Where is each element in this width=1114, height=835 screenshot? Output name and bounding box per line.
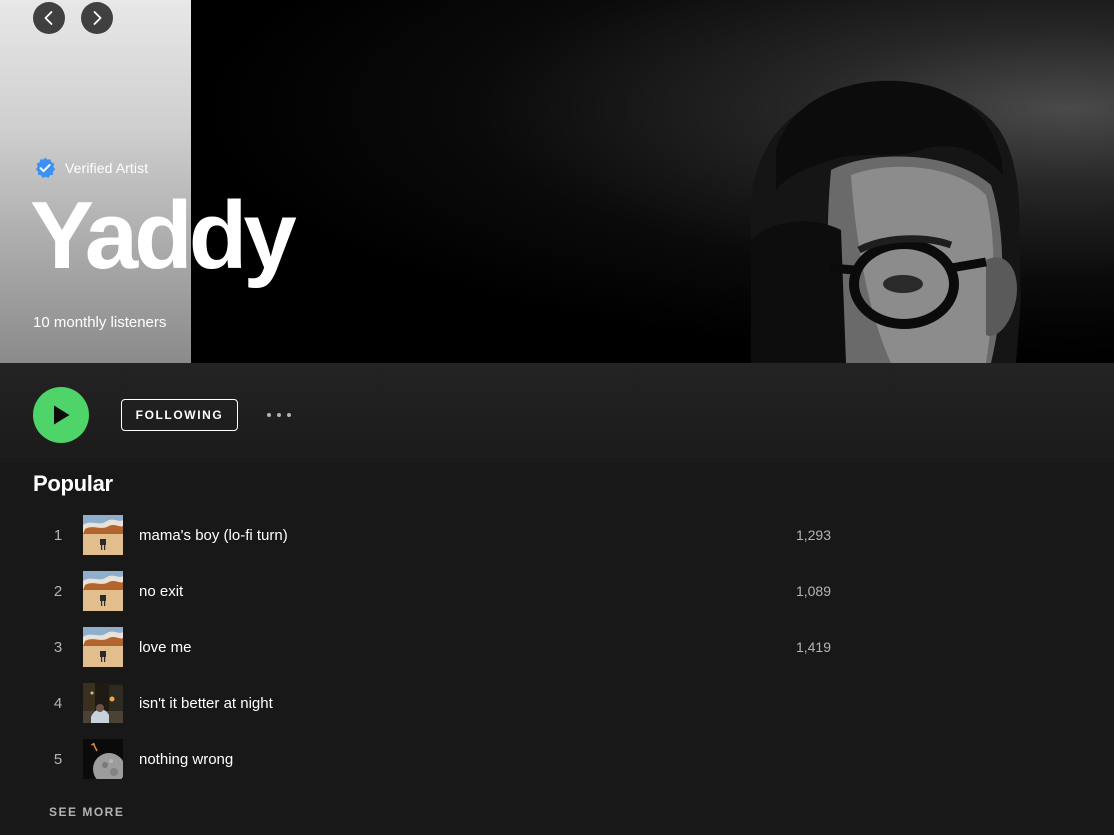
track-number: 1 — [53, 526, 63, 544]
album-desert-art — [83, 571, 123, 611]
popular-section-title: Popular — [33, 471, 113, 496]
following-button[interactable]: FOLLOWING — [121, 399, 238, 431]
artist-name-title: Yaddy — [30, 182, 297, 289]
track-row[interactable]: 1 mama's boy (lo-fi turn) 1,293 — [33, 507, 843, 563]
track-play-count: 1,419 — [795, 639, 831, 655]
track-title: nothing wrong — [139, 750, 234, 768]
chevron-left-icon — [44, 11, 53, 25]
see-more-button[interactable]: SEE MORE — [49, 805, 124, 819]
chevron-right-icon — [93, 11, 102, 25]
play-button[interactable] — [33, 387, 89, 443]
track-title: love me — [139, 638, 192, 656]
album-desert-art — [83, 515, 123, 555]
nav-forward-button[interactable] — [81, 2, 113, 34]
more-options-icon — [267, 413, 271, 417]
track-number: 2 — [53, 582, 63, 600]
artist-hero-banner: Verified Artist Yaddy 10 monthly listene… — [0, 0, 1114, 363]
verified-artist-row: Verified Artist — [33, 156, 148, 180]
track-number: 4 — [53, 694, 63, 712]
track-row[interactable]: 4 isn't it better at night — [33, 675, 843, 731]
night-street-art — [83, 683, 123, 723]
more-options-button[interactable] — [262, 407, 296, 423]
artist-action-bar: FOLLOWING — [0, 363, 1114, 463]
more-options-icon — [277, 413, 281, 417]
artist-page: Verified Artist Yaddy 10 monthly listene… — [0, 0, 1114, 835]
track-number: 3 — [53, 638, 63, 656]
track-title: mama's boy (lo-fi turn) — [139, 526, 288, 544]
popular-track-list: 1 mama's boy (lo-fi turn) 1,293 2 no exi… — [33, 507, 843, 787]
track-row[interactable]: 3 love me 1,419 — [33, 619, 843, 675]
moon-art — [83, 739, 123, 779]
nav-back-button[interactable] — [33, 2, 65, 34]
track-number: 5 — [53, 750, 63, 768]
track-title: isn't it better at night — [139, 694, 273, 712]
track-play-count: 1,293 — [795, 527, 831, 543]
album-desert-art — [83, 627, 123, 667]
artist-header-photo — [191, 0, 1114, 363]
track-row[interactable]: 2 no exit 1,089 — [33, 563, 843, 619]
track-play-count: 1,089 — [795, 583, 831, 599]
track-title: no exit — [139, 582, 184, 600]
play-icon — [54, 405, 70, 425]
more-options-icon — [287, 413, 291, 417]
verified-badge-icon — [35, 157, 56, 178]
track-row[interactable]: 5 nothing wrong — [33, 731, 843, 787]
verified-artist-label: Verified Artist — [65, 160, 149, 176]
monthly-listeners-count: 10 monthly listeners — [33, 314, 167, 331]
